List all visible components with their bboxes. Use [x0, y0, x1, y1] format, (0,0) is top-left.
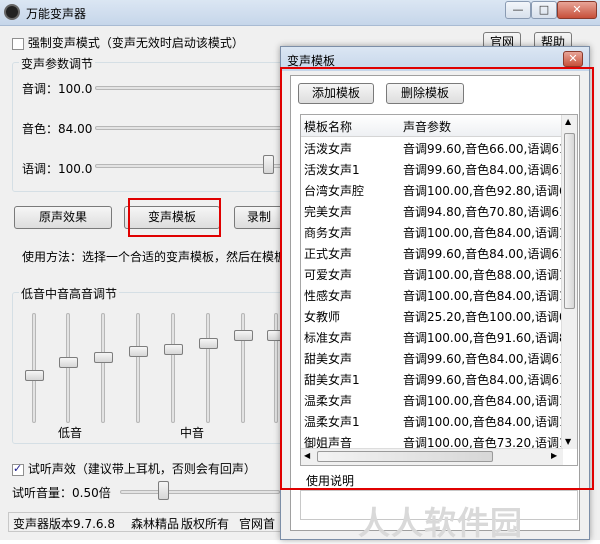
record-button[interactable]: 录制 — [234, 206, 284, 229]
brand-text: 森林精品 — [131, 517, 180, 531]
preview-option[interactable]: 试听声效（建议带上耳机，否则会有回声） — [12, 460, 256, 477]
preview-label: 试听声效（建议带上耳机，否则会有回声） — [27, 462, 256, 476]
eq-slider-1[interactable] — [32, 313, 36, 423]
speed-slider[interactable] — [95, 164, 285, 168]
timbre-slider[interactable] — [95, 126, 285, 130]
eq-slider-6[interactable] — [206, 313, 210, 423]
eq-slider-2[interactable] — [66, 313, 70, 423]
eq-mid-label: 中音 — [180, 426, 205, 440]
title-bar: 万能变声器 — □ ✕ — [0, 0, 600, 26]
eq-title: 低音中音高音调节 — [19, 285, 120, 302]
eq-thumb-1[interactable] — [25, 370, 44, 381]
templates-button-highlight — [128, 198, 221, 237]
preview-volume-slider[interactable] — [120, 490, 280, 494]
force-mode-checkbox[interactable] — [12, 37, 24, 50]
eq-group: 低音中音高音调节 — [12, 285, 292, 444]
copyright-text: 版权所有 — [181, 517, 230, 531]
eq-thumb-3[interactable] — [94, 352, 113, 363]
watermark: 人人软件园 — [358, 504, 524, 542]
window-title: 万能变声器 — [26, 7, 87, 21]
version-text: 变声器版本9.7.6.8 — [13, 517, 115, 531]
eq-thumb-5[interactable] — [164, 344, 183, 355]
template-list-highlight — [280, 67, 594, 490]
original-voice-button[interactable]: 原声效果 — [14, 206, 112, 229]
timbre-label: 音色：84.00 — [22, 122, 93, 136]
speed-label: 语调：100.0 — [22, 162, 93, 176]
headphones-icon — [4, 4, 20, 20]
force-mode-label: 强制变声模式（变声无效时启动该模式） — [27, 36, 244, 50]
close-button[interactable]: ✕ — [557, 1, 597, 19]
restore-button[interactable]: □ — [531, 1, 557, 19]
dialog-close-button[interactable]: ✕ — [563, 51, 583, 67]
pitch-label: 音调：100.0 — [22, 82, 93, 96]
preview-volume-label: 试听音量：0.50倍 — [12, 486, 111, 500]
eq-slider-4[interactable] — [136, 313, 140, 423]
status-bar: 变声器版本9.7.6.8 森林精品 版权所有 官网首 — [8, 512, 308, 532]
preview-checkbox[interactable] — [12, 462, 24, 476]
preview-volume-thumb[interactable] — [158, 481, 169, 500]
eq-thumb-7[interactable] — [234, 330, 253, 341]
eq-thumb-6[interactable] — [199, 338, 218, 349]
speed-slider-thumb[interactable] — [263, 155, 274, 174]
voice-params-title: 变声参数调节 — [19, 55, 96, 72]
eq-thumb-4[interactable] — [129, 346, 148, 357]
eq-thumb-2[interactable] — [59, 357, 78, 368]
website-link[interactable]: 官网首 — [239, 515, 275, 532]
eq-low-label: 低音 — [58, 426, 83, 440]
force-mode-option[interactable]: 强制变声模式（变声无效时启动该模式） — [12, 34, 244, 51]
eq-slider-5[interactable] — [171, 313, 175, 423]
pitch-slider[interactable] — [95, 86, 285, 90]
eq-slider-3[interactable] — [101, 313, 105, 423]
usage-instructions: 使用方法：选择一个合适的变声模板，然后在模板 — [22, 250, 280, 264]
minimize-button[interactable]: — — [505, 1, 531, 19]
